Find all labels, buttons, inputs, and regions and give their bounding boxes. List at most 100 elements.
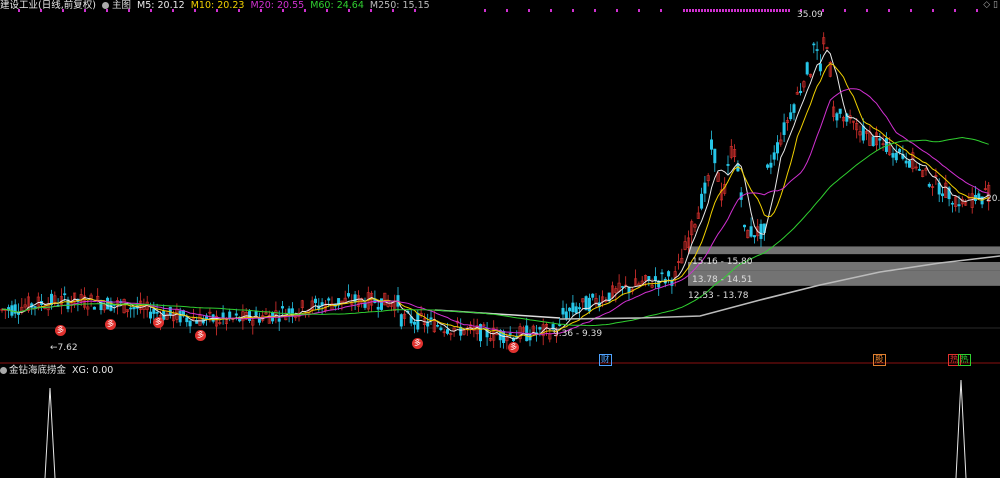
candle-body [178,310,182,323]
candle-body [950,202,954,205]
candle-body [528,334,532,341]
candle-body [416,312,420,330]
signal-marker[interactable]: 多 [195,330,206,341]
ma10-line [1,63,989,338]
candle-body [812,43,816,46]
indicator-header: 金钻海底捞金 XG: 0.00 [0,365,113,377]
indicator-title[interactable]: 金钻海底捞金 [9,365,66,376]
stock-title: 建设工业(日线,前复权) [0,0,96,11]
candle-body [92,306,96,310]
candle-body [667,271,671,277]
signal-marker[interactable]: 多 [55,325,66,336]
ma5-value: M5: 20.12 [137,0,185,11]
candle-body [439,327,443,330]
main-chart[interactable] [0,0,1000,478]
candle-body [709,139,713,150]
candle-body [63,293,67,296]
candle-body [568,307,572,312]
candle-body [577,307,581,310]
signal-marker[interactable]: 多 [105,319,116,330]
current-price-label: 20.3 [986,194,1000,204]
candle-body [620,286,624,288]
candle-body [878,138,882,141]
high-price-label: 35.09 [797,10,823,20]
candle-body [591,293,595,298]
signal-marker[interactable]: 多 [412,338,423,349]
candle-body [571,302,575,313]
candle-body [508,333,512,335]
candle-body [789,112,793,120]
candle-body [564,311,568,319]
candle-body [782,122,786,135]
main-chart-dot-icon[interactable] [101,2,109,9]
zone-label-1: 15.16 - 15.80 [692,257,753,267]
candle-body [280,306,284,309]
candle-body [907,160,911,168]
candle-body [772,152,776,160]
low-price-label: ←7.62 [50,343,78,353]
candle-body [799,90,803,94]
zone-label-3: 12.53 - 13.78 [688,291,749,301]
candle-body [838,108,842,114]
candle-body [742,224,746,228]
candle-body [653,276,657,281]
ma20-value: M20: 20.55 [250,0,305,11]
candle-body [818,63,822,72]
candle-body [445,329,449,334]
indicator-value: XG: 0.00 [72,365,114,376]
candle-body [313,298,317,304]
main-chart-label[interactable]: 主图 [112,0,131,11]
candle-body [769,162,773,168]
candle-body [168,306,172,315]
candle-body [759,223,763,239]
candle-body [152,308,156,314]
event-tag-finance[interactable]: 财 [599,354,612,366]
candle-body [927,183,931,187]
candle-body [538,327,542,330]
candle-body [977,193,981,199]
expand-icon[interactable]: ◇ ▯ [983,0,998,10]
candle-body [346,293,350,297]
candle-body [805,62,809,75]
indicator-dot-icon[interactable] [0,367,7,374]
signal-marker[interactable]: 多 [153,317,164,328]
candle-body [835,113,839,121]
candle-body [287,308,291,314]
candle-body [561,307,565,315]
candle-body [33,306,37,308]
candle-body [904,160,908,164]
candle-body [700,193,704,209]
candle-body [254,311,258,316]
candle-body [129,307,133,310]
candle-body [917,169,921,171]
indicator-spike [955,379,967,478]
candle-body [399,314,403,327]
candle-body [957,204,961,207]
candle-body [429,317,433,320]
candle-body [149,311,153,319]
ma5-line [1,49,989,340]
candle-body [188,320,192,327]
candle-body [587,297,591,312]
candle-body [861,125,865,141]
candle-body [713,148,717,164]
candle-body [234,313,238,316]
candle-body [775,142,779,154]
candle-body [436,325,440,327]
candle-body [891,153,895,158]
candle-body [766,164,770,168]
candle-body [558,324,562,327]
ma60-value: M60: 24.64 [310,0,364,11]
event-tag-hot-2[interactable]: 热 [958,354,971,366]
candle-body [815,49,819,51]
candle-body [277,318,281,322]
candle-body [894,152,898,161]
signal-marker[interactable]: 多 [508,342,519,353]
candle-body [574,306,578,314]
candle-body [940,193,944,197]
candle-body [749,226,753,237]
candle-body [898,148,902,153]
candle-body [221,312,225,319]
event-tag-stock[interactable]: 股 [873,354,886,366]
candle-body [132,306,136,310]
